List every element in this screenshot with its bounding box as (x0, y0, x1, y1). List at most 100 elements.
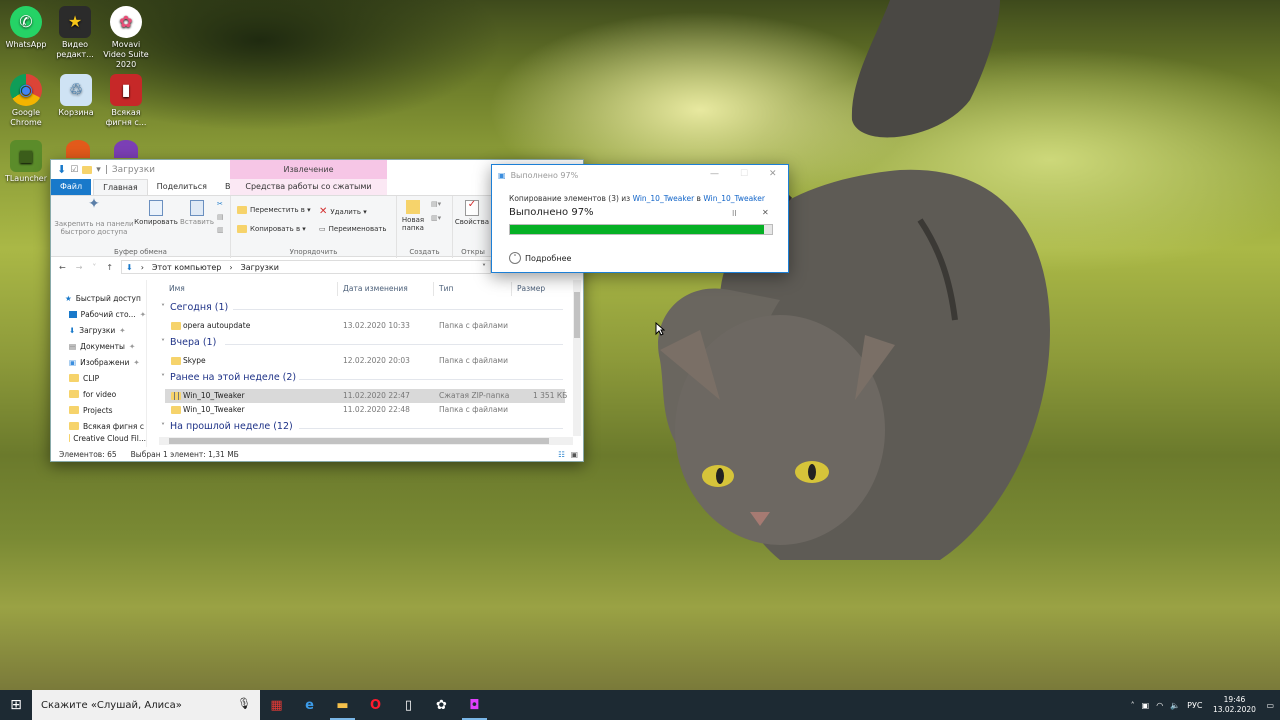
volume-icon[interactable]: 🔈 (1170, 701, 1180, 710)
copy-progress-dialog[interactable]: ▣ Выполнено 97% — ☐ ✕ Копирование элемен… (491, 164, 789, 273)
cut-icon[interactable]: ✂ (217, 200, 223, 208)
group-header-yesterday[interactable]: ˅ Вчера (1) (161, 337, 216, 348)
notifications-icon[interactable]: ▭ (1266, 701, 1274, 710)
details-toggle[interactable]: ˅ Подробнее (509, 252, 571, 264)
paste-button[interactable]: Вставить (179, 200, 215, 226)
desktop-icon-whatsapp[interactable]: ✆ WhatsApp (0, 6, 52, 50)
back-arrow-icon[interactable]: ← (59, 263, 66, 272)
paste-shortcut-icon[interactable]: ▥ (217, 226, 224, 234)
group-divider (233, 309, 563, 310)
nav-for-video[interactable]: for video (51, 386, 146, 402)
taskbar-file-explorer[interactable]: ▬ (326, 690, 359, 720)
microphone-icon[interactable]: 🎙 (237, 697, 251, 710)
download-arrow-icon[interactable]: ⬇ (57, 163, 66, 176)
new-folder-button[interactable]: Новая папка (399, 200, 427, 232)
easy-access-icon[interactable]: ▥▾ (431, 214, 441, 222)
group-header-last-week[interactable]: ˅ На прошлой неделе (12) (161, 421, 293, 432)
forward-arrow-icon[interactable]: → (76, 263, 83, 272)
taskbar-movavi[interactable]: ✿ (425, 690, 458, 720)
up-arrow-icon[interactable]: ↑ (106, 263, 113, 272)
source-link[interactable]: Win_10_Tweaker (633, 194, 695, 203)
nav-label: for video (83, 389, 117, 399)
file-row[interactable]: Skype 12.02.2020 20:03 Папка с файлами (165, 354, 565, 368)
scroll-thumb[interactable] (169, 438, 549, 444)
clock[interactable]: 19:46 13.02.2020 (1209, 695, 1259, 715)
nav-downloads[interactable]: ⬇ Загрузки ✦ (51, 322, 146, 338)
nav-quick-access[interactable]: ★ Быстрый доступ (51, 290, 146, 306)
network-icon[interactable]: ▣ (1142, 701, 1150, 710)
file-row[interactable]: Win_10_Tweaker 11.02.2020 22:48 Папка с … (165, 403, 565, 417)
nav-misc[interactable]: Всякая фигня с (51, 418, 146, 434)
file-date: 13.02.2020 10:33 (343, 321, 410, 330)
taskbar-notepad[interactable]: ▯ (392, 690, 425, 720)
desktop-icon-movavi[interactable]: ✿ Movavi Video Suite 2020 (100, 6, 152, 70)
scroll-thumb[interactable] (574, 292, 580, 338)
search-box[interactable]: Скажите «Слушай, Алиса» 🎙 (32, 690, 260, 720)
column-header-type[interactable]: Тип (439, 280, 453, 298)
breadcrumb-downloads[interactable]: Загрузки (241, 263, 279, 272)
destination-link[interactable]: Win_10_Tweaker (703, 194, 765, 203)
pause-button[interactable]: II (732, 209, 737, 218)
address-bar[interactable]: ⬇ › Этот компьютер › Загрузки ˅ (121, 260, 491, 274)
tab-home[interactable]: Главная (93, 179, 148, 195)
tab-file[interactable]: Файл (51, 179, 92, 195)
group-header-this-week[interactable]: ˅ Ранее на этой неделе (2) (161, 372, 296, 383)
language-indicator[interactable]: РУС (1187, 701, 1202, 710)
properties-button[interactable]: ✓ Свойства (453, 200, 491, 227)
desktop-icon-partial[interactable] (66, 140, 90, 158)
taskbar-gift-app[interactable]: ▦ (260, 690, 293, 720)
column-divider[interactable] (511, 282, 512, 296)
chevron-down-icon[interactable]: ▾ (96, 165, 101, 175)
new-item-icon[interactable]: ▤▾ (431, 200, 441, 208)
desktop-icon-folder[interactable]: ▮ Всякая фигня с... (100, 74, 152, 128)
desktop-icon-recycle-bin[interactable]: ♲ Корзина (50, 74, 102, 118)
checkbox-icon[interactable]: ☑ (70, 165, 78, 175)
nav-documents[interactable]: ▤ Документы ✦ (51, 338, 146, 354)
nav-pictures[interactable]: ▣ Изображени ✦ (51, 354, 146, 370)
rename-button[interactable]: ▭ Переименовать (319, 225, 387, 233)
address-dropdown-icon[interactable]: ˅ (482, 263, 486, 272)
copy-button[interactable]: Копировать (133, 200, 179, 226)
tab-zip-tools[interactable]: Средства работы со сжатыми папками (230, 179, 387, 207)
desktop-icon-chrome[interactable]: ◉ Google Chrome (0, 74, 52, 128)
breadcrumb-this-pc[interactable]: Этот компьютер (152, 263, 221, 272)
nav-creative-cloud[interactable]: Creative Cloud Fil... (51, 434, 146, 444)
start-button[interactable]: ⊞ (0, 690, 32, 720)
nav-desktop[interactable]: Рабочий сто... ✦ (51, 306, 146, 322)
cancel-button[interactable]: ✕ (762, 208, 769, 217)
column-divider[interactable] (433, 282, 434, 296)
taskbar-screen-recorder[interactable]: ◘ (458, 690, 491, 720)
column-divider[interactable] (337, 282, 338, 296)
horizontal-scrollbar[interactable] (159, 437, 573, 445)
file-row[interactable]: opera autoupdate 13.02.2020 10:33 Папка … (165, 319, 565, 333)
column-header-date[interactable]: Дата изменения (343, 280, 408, 298)
close-button[interactable]: ✕ (769, 169, 777, 179)
maximize-button[interactable]: ☐ (740, 169, 748, 179)
desktop-icon-video-editor[interactable]: ★ Видео редакт... (49, 6, 101, 60)
vertical-scrollbar[interactable] (573, 280, 581, 436)
pin-quick-access-button[interactable]: ✦ Закрепить на панели быстрого доступа (53, 197, 135, 236)
desktop-icon-tlauncher[interactable]: ■ TLauncher (0, 140, 52, 184)
column-header-name[interactable]: Имя (169, 280, 185, 298)
minimize-button[interactable]: — (710, 169, 719, 179)
chevron-up-icon[interactable]: ˄ (1131, 701, 1135, 710)
taskbar-edge[interactable]: e (293, 690, 326, 720)
copy-path-icon[interactable]: ▤ (217, 213, 224, 221)
nav-label: Документы (80, 341, 125, 351)
details-view-icon[interactable]: ☷ (558, 450, 565, 459)
nav-clip[interactable]: CLIP (51, 370, 146, 386)
group-header-today[interactable]: ˅ Сегодня (1) (161, 302, 228, 313)
large-icons-view-icon[interactable]: ▣ (571, 450, 578, 459)
taskbar-opera[interactable]: O (359, 690, 392, 720)
copy-to-button[interactable]: Копировать в ▾ (237, 225, 306, 233)
wifi-icon[interactable]: ◠ (1156, 701, 1163, 710)
desktop-icon-partial[interactable] (114, 140, 138, 158)
chevron-down-icon[interactable]: ˅ (92, 263, 96, 272)
column-header-size[interactable]: Размер (517, 280, 545, 298)
nav-projects[interactable]: Projects (51, 402, 146, 418)
move-to-button[interactable]: Переместить в ▾ (237, 206, 311, 214)
delete-button[interactable]: ✕ Удалить ▾ (319, 206, 367, 217)
tab-share[interactable]: Поделиться (148, 179, 216, 195)
movavi-icon: ✿ (436, 697, 447, 713)
file-row-selected[interactable]: Win_10_Tweaker 11.02.2020 22:47 Сжатая Z… (165, 389, 567, 403)
